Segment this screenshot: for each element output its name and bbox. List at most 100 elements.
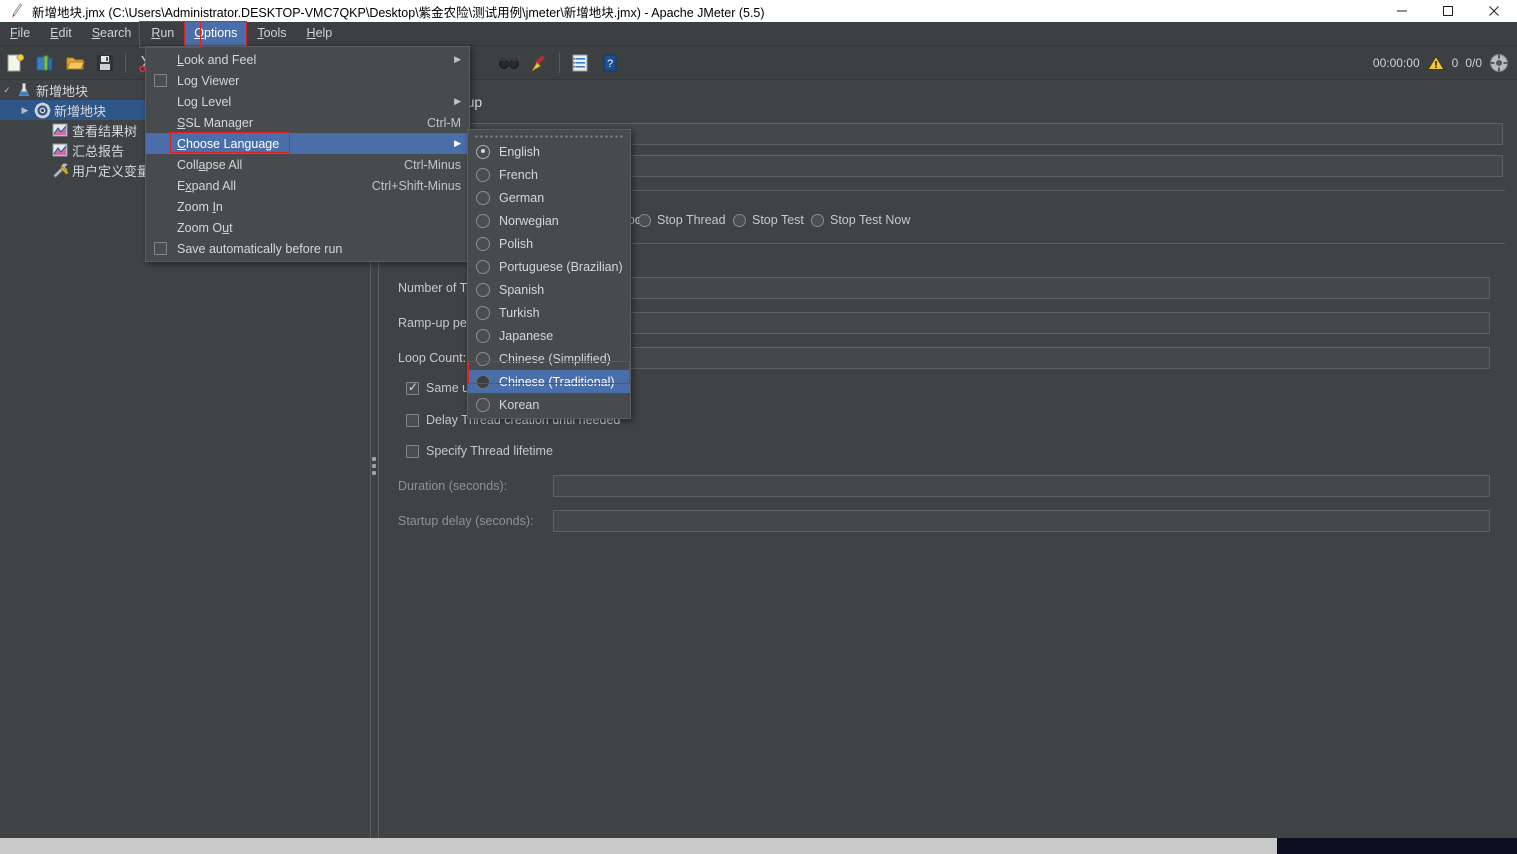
radio-chinese-traditional-icon[interactable]	[476, 375, 490, 389]
clear-icon[interactable]	[525, 49, 553, 77]
radio-german-icon[interactable]	[476, 191, 490, 205]
specify-thread-lifetime-label: Specify Thread lifetime	[426, 444, 553, 458]
radio-stop-test-now-label: Stop Test Now	[830, 213, 910, 227]
new-test-plan-icon[interactable]	[1, 49, 29, 77]
splitter-grip-icon[interactable]	[372, 457, 376, 475]
radio-stop-test-label: Stop Test	[752, 213, 804, 227]
menu-item-label: Choose Language	[177, 137, 442, 151]
menu-item-log-level[interactable]: Log Level ▶	[146, 91, 469, 112]
language-label: Portuguese (Brazilian)	[499, 260, 623, 274]
menu-file[interactable]: File	[1, 22, 39, 45]
menu-item-collapse-all[interactable]: Collapse All Ctrl-Minus	[146, 154, 469, 175]
radio-polish-icon[interactable]	[476, 237, 490, 251]
language-item-korean[interactable]: Korean	[468, 393, 630, 416]
menu-help[interactable]: Help	[298, 22, 342, 45]
language-item-french[interactable]: French	[468, 163, 630, 186]
window-title: 新增地块.jmx (C:\Users\Administrator.DESKTOP…	[32, 2, 765, 21]
menu-item-look-and-feel[interactable]: Look and Feel ▶	[146, 49, 469, 70]
delay-thread-creation-checkbox[interactable]	[406, 414, 419, 427]
radio-turkish-icon[interactable]	[476, 306, 490, 320]
language-label: Korean	[499, 398, 539, 412]
language-item-chinese-traditional[interactable]: Chinese (Traditional)	[468, 370, 630, 393]
radio-spanish-icon[interactable]	[476, 283, 490, 297]
number-of-threads-input[interactable]	[553, 277, 1490, 299]
menu-file-label-rest: ile	[18, 26, 31, 40]
save-icon[interactable]	[91, 49, 119, 77]
language-item-turkish[interactable]: Turkish	[468, 301, 630, 324]
radio-portuguese-icon[interactable]	[476, 260, 490, 274]
radio-stop-test-now-icon[interactable]	[811, 214, 824, 227]
menu-options[interactable]: Options	[185, 22, 246, 45]
same-user-checkbox[interactable]	[406, 382, 419, 395]
jmeter-window: 新增地块.jmx (C:\Users\Administrator.DESKTOP…	[0, 0, 1517, 854]
maximize-icon[interactable]	[1425, 0, 1471, 22]
log-viewer-checkbox[interactable]	[154, 74, 167, 87]
radio-english-icon[interactable]	[476, 145, 490, 159]
log-viewer-icon[interactable]	[566, 49, 594, 77]
menu-item-zoom-in[interactable]: Zoom In	[146, 196, 469, 217]
language-item-german[interactable]: German	[468, 186, 630, 209]
minimize-icon[interactable]	[1379, 0, 1425, 22]
radio-stop-thread-icon[interactable]	[638, 214, 651, 227]
templates-icon[interactable]	[31, 49, 59, 77]
close-icon[interactable]	[1471, 0, 1517, 22]
save-automatically-checkbox[interactable]	[154, 242, 167, 255]
loop-count-input[interactable]	[553, 347, 1490, 369]
search-icon[interactable]	[495, 49, 523, 77]
options-dropdown-menu[interactable]: Look and Feel ▶ Log Viewer Log Level ▶ S…	[145, 46, 470, 262]
warning-triangle-icon[interactable]	[1427, 55, 1445, 71]
open-icon[interactable]	[61, 49, 89, 77]
action-stop-test-radio-row[interactable]: Stop Test	[733, 213, 804, 227]
language-item-norwegian[interactable]: Norwegian	[468, 209, 630, 232]
svg-text:?: ?	[607, 58, 613, 70]
language-item-chinese-simplified[interactable]: Chinese (Simplified)	[468, 347, 630, 370]
duration-input[interactable]	[553, 475, 1490, 497]
help-icon[interactable]: ?	[596, 49, 624, 77]
radio-chinese-simplified-icon[interactable]	[476, 352, 490, 366]
chevron-right-icon: ▶	[454, 54, 461, 65]
radio-stop-test-icon[interactable]	[733, 214, 746, 227]
action-stop-test-now-radio-row[interactable]: Stop Test Now	[811, 213, 910, 227]
menu-item-log-viewer[interactable]: Log Viewer	[146, 70, 469, 91]
specify-thread-lifetime-checkbox-row[interactable]: Specify Thread lifetime	[406, 444, 553, 458]
radio-stop-thread-label: Stop Thread	[657, 213, 726, 227]
title-bar: 新增地块.jmx (C:\Users\Administrator.DESKTOP…	[0, 0, 1517, 22]
menu-search[interactable]: Search	[83, 22, 141, 45]
menu-item-zoom-out[interactable]: Zoom Out	[146, 217, 469, 238]
expand-caret-icon[interactable]: ▶	[18, 105, 32, 116]
language-item-portuguese-brazilian[interactable]: Portuguese (Brazilian)	[468, 255, 630, 278]
language-item-spanish[interactable]: Spanish	[468, 278, 630, 301]
radio-korean-icon[interactable]	[476, 398, 490, 412]
summary-report-icon	[50, 141, 70, 159]
window-controls	[1379, 0, 1517, 22]
menu-tools[interactable]: Tools	[248, 22, 295, 45]
startup-delay-label: Startup delay (seconds):	[398, 514, 553, 528]
action-stop-thread-radio-row[interactable]: Stop Thread	[638, 213, 726, 227]
language-item-japanese[interactable]: Japanese	[468, 324, 630, 347]
menu-run[interactable]: Run	[142, 22, 183, 45]
menu-item-expand-all[interactable]: Expand All Ctrl+Shift-Minus	[146, 175, 469, 196]
language-item-english[interactable]: English	[468, 140, 630, 163]
menu-item-save-automatically[interactable]: Save automatically before run	[146, 238, 469, 259]
startup-delay-input[interactable]	[553, 510, 1490, 532]
ramp-up-input[interactable]	[553, 312, 1490, 334]
menu-edit[interactable]: Edit	[41, 22, 81, 45]
thread-group-icon	[32, 101, 52, 119]
language-label: Turkish	[499, 306, 540, 320]
chevron-right-icon: ▶	[454, 96, 461, 107]
tree-checkmark-icon: ✓	[0, 85, 14, 96]
menu-item-label: Save automatically before run	[177, 242, 461, 256]
menu-item-label: Expand All	[177, 179, 358, 193]
submenu-tearoff-grip[interactable]	[474, 133, 624, 138]
menu-item-accelerator: Ctrl-Minus	[404, 158, 461, 172]
menu-item-ssl-manager[interactable]: SSL Manager Ctrl-M	[146, 112, 469, 133]
radio-japanese-icon[interactable]	[476, 329, 490, 343]
radio-norwegian-icon[interactable]	[476, 214, 490, 228]
menu-item-choose-language[interactable]: Choose Language ▶	[146, 133, 469, 154]
connections-icon[interactable]	[1489, 53, 1509, 73]
choose-language-submenu[interactable]: English French German Norwegian Polish P…	[467, 129, 631, 419]
tree-node-label: 汇总报告	[72, 141, 124, 160]
radio-french-icon[interactable]	[476, 168, 490, 182]
specify-thread-lifetime-checkbox[interactable]	[406, 445, 419, 458]
language-item-polish[interactable]: Polish	[468, 232, 630, 255]
